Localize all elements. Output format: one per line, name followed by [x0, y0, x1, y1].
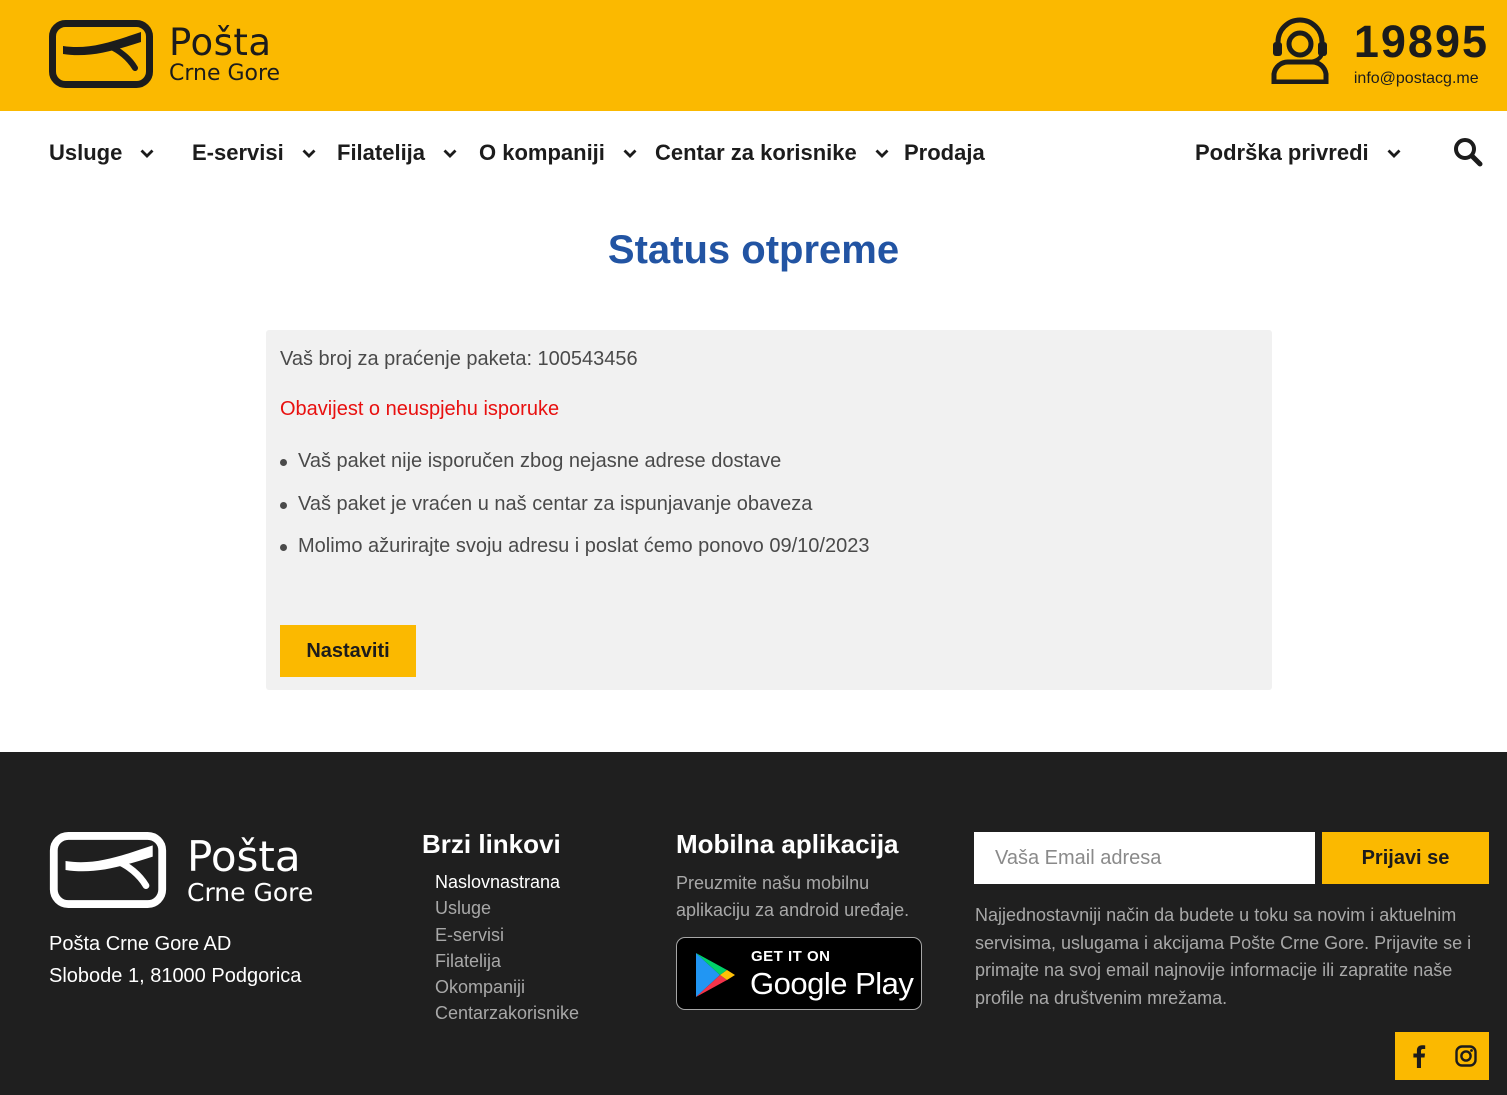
list-item: Molimo ažurirajte svoju adresu i poslat … [280, 533, 869, 576]
chevron-down-icon [302, 149, 316, 158]
status-details-list: Vaš paket nije isporučen zbog nejasne ad… [280, 448, 869, 576]
footer-link[interactable]: Filatelija [435, 949, 579, 975]
envelope-logo-icon [49, 20, 153, 88]
facebook-link[interactable] [1395, 1032, 1442, 1080]
newsletter-description: Najjednostavniji način da budete u toku … [975, 905, 1472, 1008]
list-item: Vaš paket nije isporučen zbog nejasne ad… [280, 448, 869, 491]
page-title: Status otpreme [607, 228, 900, 272]
nav-item-label: Prodaja [904, 140, 985, 165]
instagram-link[interactable] [1442, 1032, 1489, 1080]
mobile-app-title: Mobilna aplikacija [676, 829, 899, 859]
subscribe-button[interactable]: Prijavi se [1322, 832, 1489, 884]
nav-item-usluge[interactable]: Usluge [49, 140, 154, 166]
main-nav: Usluge E-servisi Filatelija O kompaniji … [0, 111, 1507, 195]
list-item: Vaš paket je vraćen u naš centar za ispu… [280, 491, 869, 534]
footer: Pošta Crne Gore Pošta Crne Gore AD Slobo… [0, 752, 1507, 1095]
search-icon[interactable] [1453, 137, 1483, 167]
phone-number[interactable]: 19895 [1354, 16, 1489, 68]
footer-logo[interactable]: Pošta Crne Gore [49, 832, 313, 908]
chevron-down-icon [1387, 149, 1401, 158]
google-play-icon [696, 953, 735, 997]
nav-item-o-kompaniji[interactable]: O kompaniji [479, 140, 637, 166]
quick-links-title: Brzi linkovi [422, 829, 561, 859]
chevron-down-icon [140, 149, 154, 158]
nav-item-label: Usluge [49, 140, 123, 165]
address-line: Slobode 1, 81000 Podgorica [49, 965, 302, 987]
nav-item-label: Filatelija [337, 140, 426, 165]
nav-item-label: E-servisi [192, 140, 284, 165]
chevron-down-icon [875, 149, 889, 158]
brand-subname: Crne Gore [169, 60, 281, 86]
company-address: Pošta Crne Gore AD Slobode 1, 81000 Podg… [49, 928, 301, 992]
nav-item-label: Podrška privredi [1195, 140, 1369, 165]
contact-email[interactable]: info@postacg.me [1354, 70, 1479, 88]
footer-link[interactable]: Usluge [435, 896, 579, 922]
continue-button[interactable]: Nastaviti [280, 625, 416, 677]
nav-item-centar-za-korisnike[interactable]: Centar za korisnike [655, 140, 889, 166]
footer-brand-subname: Crne Gore [187, 877, 314, 907]
footer-brand-name: Pošta [187, 831, 301, 881]
address-line: Pošta Crne Gore AD [49, 933, 232, 955]
tracking-number: Vaš broj za praćenje paketa: 100543456 [280, 348, 638, 370]
contact-block: 19895 info@postacg.me [1270, 16, 1489, 88]
footer-link[interactable]: Centarzakorisnike [435, 1001, 579, 1027]
nav-item-prodaja[interactable]: Prodaja [904, 140, 985, 166]
footer-link[interactable]: E-servisi [435, 923, 579, 949]
top-header: Pošta Crne Gore 19895 info@postacg.me [0, 0, 1507, 111]
google-play-badge[interactable]: GET IT ON Google Play [676, 937, 922, 1010]
envelope-logo-icon [49, 832, 167, 908]
quick-links-list: Naslovnastrana Usluge E-servisi Filateli… [435, 870, 579, 1028]
nav-item-filatelija[interactable]: Filatelija [337, 140, 457, 166]
headset-icon [1271, 17, 1329, 84]
nav-item-label: O kompaniji [479, 140, 605, 165]
nav-item-e-servisi[interactable]: E-servisi [192, 140, 316, 166]
posta-logo[interactable]: Pošta Crne Gore [49, 20, 280, 88]
mobile-app-description: Preuzmite našu mobilnu aplikaciju za and… [676, 873, 910, 920]
nav-item-label: Centar za korisnike [655, 140, 857, 165]
delivery-failure-alert: Obavijest o neuspjehu isporuke [280, 398, 560, 420]
social-links [1395, 1032, 1489, 1080]
instagram-icon [1454, 1045, 1477, 1067]
footer-link[interactable]: Okompaniji [435, 975, 579, 1001]
badge-store-name: Google Play [750, 966, 914, 1001]
footer-link[interactable]: Naslovnastrana [435, 870, 579, 896]
chevron-down-icon [623, 149, 637, 158]
badge-top-text: GET IT ON [751, 948, 831, 965]
chevron-down-icon [443, 149, 457, 158]
email-field[interactable] [974, 832, 1315, 884]
shipment-status-panel: Vaš broj za praćenje paketa: 100543456 O… [266, 330, 1272, 690]
brand-name: Pošta [169, 20, 272, 64]
facebook-icon [1412, 1045, 1425, 1068]
nav-item-podrska-privredi[interactable]: Podrška privredi [1195, 140, 1401, 166]
